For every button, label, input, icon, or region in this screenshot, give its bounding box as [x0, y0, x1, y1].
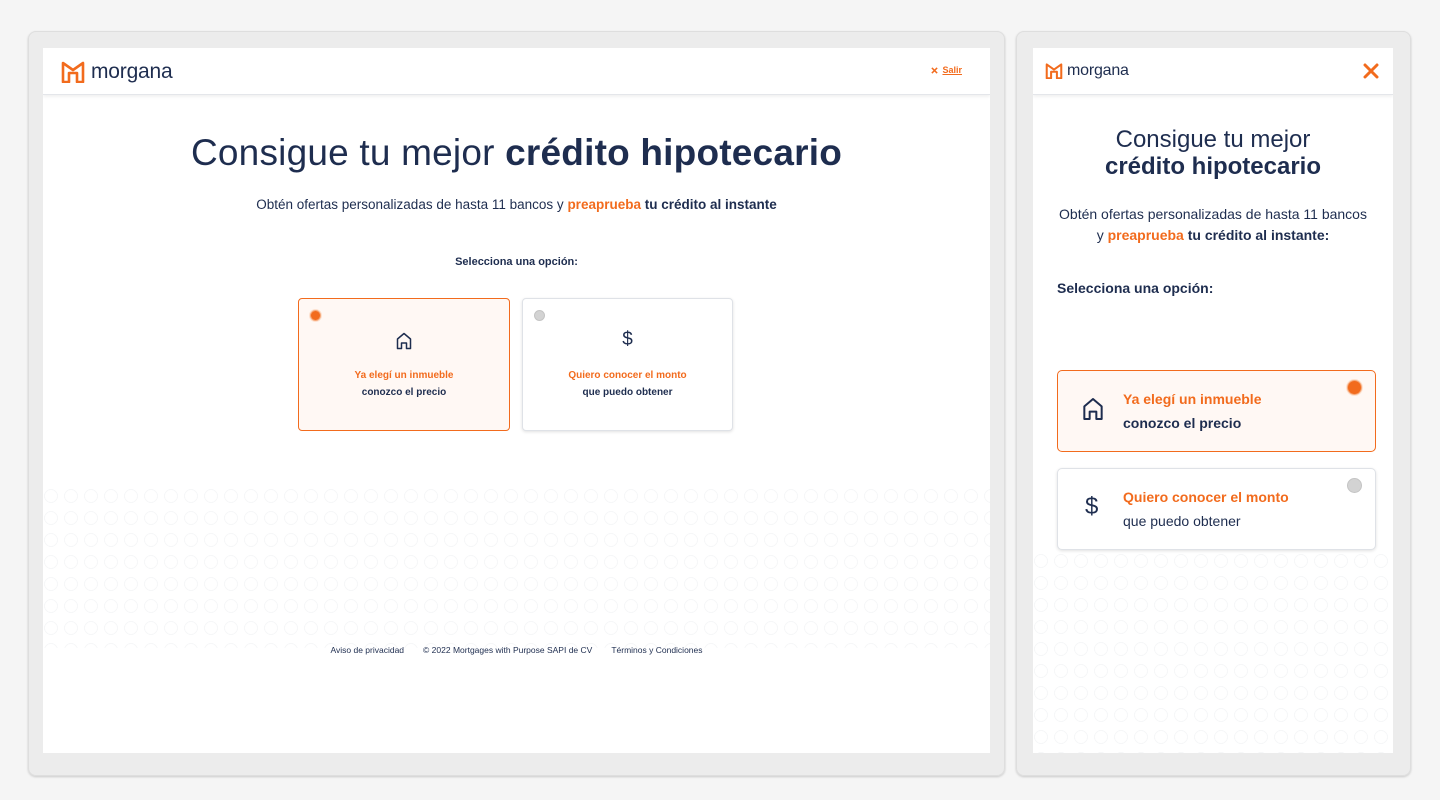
close-button[interactable]	[1363, 63, 1379, 84]
page-title: Consigue tu mejor crédito hipotecario	[1033, 126, 1393, 180]
title-line-2: crédito hipotecario	[1104, 153, 1322, 180]
option-title: Ya elegí un inmueble	[354, 370, 454, 381]
radio-unselected[interactable]	[1347, 478, 1362, 493]
exit-link[interactable]: Salir	[931, 65, 962, 75]
close-icon	[1363, 63, 1379, 79]
select-prompt: Selecciona una opción:	[455, 256, 578, 268]
page-subtitle: Obtén ofertas personalizadas de hasta 11…	[1057, 204, 1369, 246]
background-pattern	[43, 488, 990, 648]
close-icon	[931, 66, 939, 74]
morgana-logo-icon	[1045, 63, 1063, 79]
mobile-header: morgana	[1033, 48, 1393, 95]
page-title: Consigue tu mejor crédito hipotecario	[43, 132, 990, 174]
logo-wordmark: morgana	[1067, 62, 1129, 79]
dollar-icon: $	[622, 329, 633, 350]
option-title: Quiero conocer el monto	[568, 370, 687, 381]
option-description: que puedo obtener	[582, 387, 673, 398]
morgana-logo-icon	[61, 61, 85, 83]
morgana-logo[interactable]: morgana	[61, 60, 173, 84]
option-card-amount[interactable]: $ Quiero conocer el monto que puedo obte…	[522, 298, 733, 431]
desktop-header: morgana Salir	[43, 48, 990, 95]
select-prompt: Selecciona una opción:	[1057, 280, 1214, 296]
radio-selected[interactable]	[310, 310, 321, 321]
option-card-property[interactable]: Ya elegí un inmueble conozco el precio	[298, 298, 510, 431]
option-description: conozco el precio	[1123, 415, 1242, 431]
title-regular: Consigue tu mejor	[190, 132, 495, 173]
subtitle-highlight: preaprueba	[567, 197, 641, 212]
subtitle-prefix: Obtén ofertas personalizadas de hasta 11…	[256, 197, 564, 212]
subtitle-bold: tu crédito al instante	[644, 197, 777, 212]
option-description: conozco el precio	[361, 387, 447, 398]
footer: Aviso de privacidad © 2022 Mortgages wit…	[43, 645, 990, 655]
radio-selected[interactable]	[1347, 380, 1362, 395]
dollar-icon: $	[1085, 493, 1099, 520]
desktop-screen: morgana Salir Consigue tu mejor crédito …	[43, 48, 990, 753]
morgana-logo[interactable]: morgana	[1045, 62, 1129, 80]
title-bold: crédito hipotecario	[505, 132, 842, 173]
option-card-property[interactable]: Ya elegí un inmueble conozco el precio	[1057, 370, 1376, 452]
mobile-screen: morgana Consigue tu mejor crédito hipote…	[1033, 48, 1393, 753]
option-description: que puedo obtener	[1123, 513, 1241, 529]
subtitle-highlight: preaprueba	[1107, 227, 1184, 243]
page-subtitle: Obtén ofertas personalizadas de hasta 11…	[43, 197, 990, 212]
desktop-preview-frame: morgana Salir Consigue tu mejor crédito …	[28, 31, 1005, 776]
terms-link[interactable]: Términos y Condiciones	[611, 645, 702, 655]
background-pattern	[1033, 553, 1393, 753]
copyright-text: © 2022 Mortgages with Purpose SAPI de CV	[423, 645, 593, 655]
mobile-preview-frame: morgana Consigue tu mejor crédito hipote…	[1016, 31, 1411, 776]
privacy-link[interactable]: Aviso de privacidad	[330, 645, 404, 655]
option-card-amount[interactable]: $ Quiero conocer el monto que puedo obte…	[1057, 468, 1376, 550]
subtitle-bold: tu crédito al instante:	[1187, 227, 1330, 243]
exit-label: Salir	[942, 65, 962, 75]
option-title: Ya elegí un inmueble	[1123, 391, 1262, 407]
title-line-1: Consigue tu mejor	[1115, 126, 1311, 153]
house-icon	[1083, 398, 1103, 420]
option-title: Quiero conocer el monto	[1123, 489, 1289, 505]
house-icon	[396, 332, 412, 350]
logo-wordmark: morgana	[91, 60, 173, 83]
radio-unselected[interactable]	[534, 310, 545, 321]
